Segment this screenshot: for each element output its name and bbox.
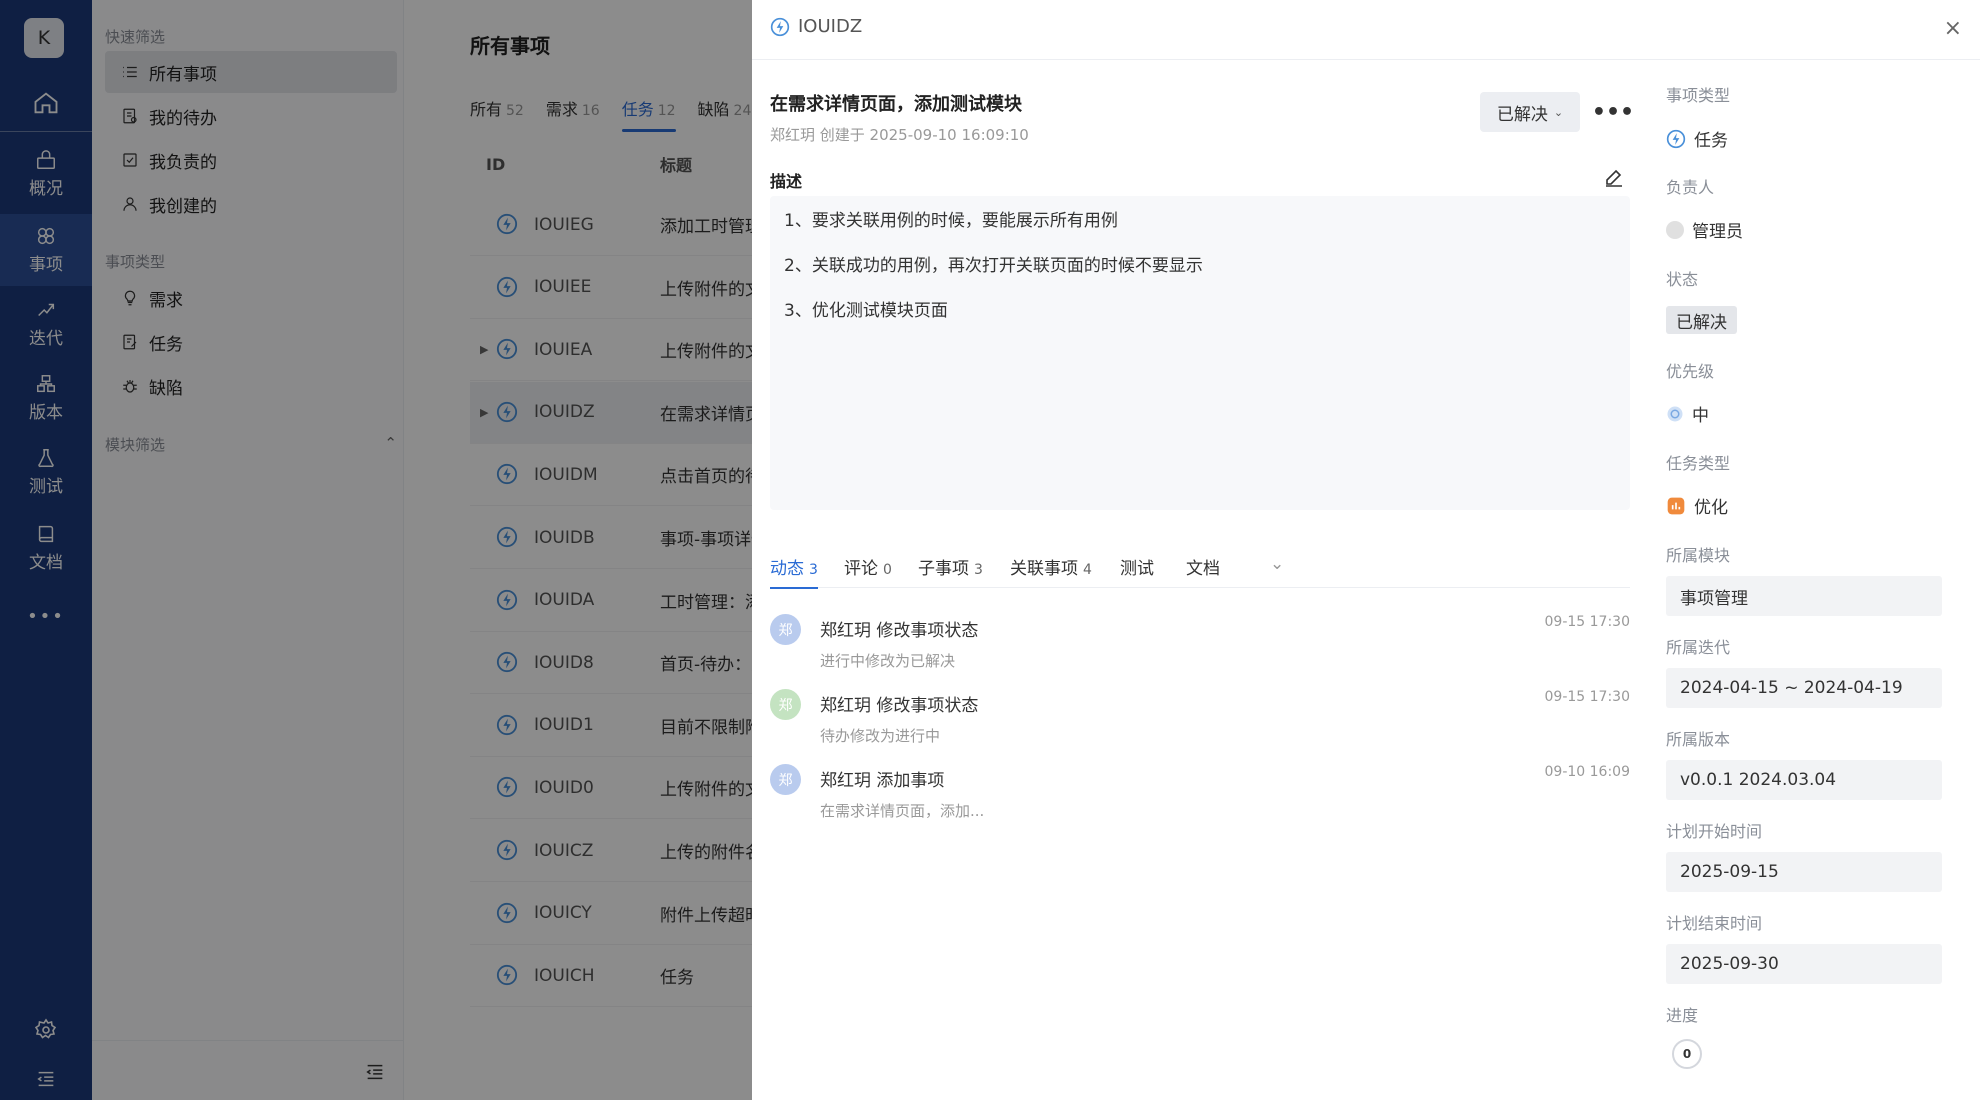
tab-label: 文档: [1186, 559, 1220, 579]
tab-label: 评论: [844, 559, 878, 579]
tab-count: 4: [1083, 562, 1092, 578]
issue-title[interactable]: 在需求详情页面，添加测试模块: [770, 90, 1022, 116]
description-content[interactable]: 1、要求关联用例的时候，要能展示所有用例 2、关联成功的用例，再次打开关联页面的…: [770, 196, 1630, 510]
issue-detail-panel: IOUIDZ × 在需求详情页面，添加测试模块 郑红玥 创建于 2025-09-…: [752, 0, 1980, 1100]
tab-label: 关联事项: [1010, 559, 1078, 579]
field-label-assignee: 负责人: [1666, 178, 1715, 197]
field-label-start-date: 计划开始时间: [1666, 822, 1763, 841]
status-dropdown-label: 已解决: [1496, 104, 1548, 125]
task-type-icon: [770, 17, 790, 36]
field-label-status: 状态: [1666, 270, 1699, 289]
sprint-field[interactable]: 2024-04-15 ~ 2024-04-19: [1666, 668, 1942, 708]
modal-overlay[interactable]: [0, 0, 752, 1100]
progress-indicator[interactable]: 0: [1672, 1039, 1702, 1069]
optimize-icon: [1667, 497, 1685, 514]
activity-item: 郑郑红玥 修改事项状态 待办修改为进行中 09-15 17:30: [770, 687, 1630, 757]
tab-related-issues[interactable]: 关联事项 4: [1010, 554, 1092, 579]
field-label-version: 所属版本: [1666, 730, 1731, 749]
status-badge[interactable]: 已解决: [1666, 306, 1737, 334]
more-options-button[interactable]: •••: [1592, 92, 1634, 132]
activity-time: 09-10 16:09: [1544, 764, 1630, 780]
tab-activity[interactable]: 动态 3: [770, 554, 818, 589]
avatar: 郑: [770, 689, 801, 720]
field-label-progress: 进度: [1666, 1006, 1699, 1025]
issue-fields: 事项类型 任务 负责人 管理员 状态 已解决 优先级 中 任务类型 优化 所属模…: [1666, 0, 1956, 1100]
avatar: 郑: [770, 764, 801, 795]
field-label-priority: 优先级: [1666, 362, 1715, 381]
edit-icon[interactable]: [1602, 166, 1626, 194]
field-value: 任务: [1694, 131, 1728, 151]
description-line: 2、关联成功的用例，再次打开关联页面的时候不要显示: [784, 256, 1203, 276]
activity-detail: 进行中修改为已解决: [820, 652, 956, 670]
activity-item: 郑郑红玥 添加事项在需求详情页面，添加... 09-10 16:09: [770, 762, 1630, 832]
field-priority[interactable]: 中: [1666, 401, 1709, 426]
tab-label: 子事项: [918, 559, 969, 579]
chevron-down-icon[interactable]: ⌄: [1270, 554, 1284, 574]
avatar: [1666, 220, 1684, 239]
activity-item: 郑郑红玥 修改事项状态 进行中修改为已解决 09-15 17:30: [770, 612, 1630, 682]
tab-label: 测试: [1120, 559, 1154, 579]
field-label-task-type: 任务类型: [1666, 454, 1731, 473]
tab-docs[interactable]: 文档: [1186, 554, 1220, 579]
description-heading: 描述: [770, 172, 803, 191]
activity-title: 郑红玥 修改事项状态: [820, 696, 979, 716]
version-field[interactable]: v0.0.1 2024.03.04: [1666, 760, 1942, 800]
status-dropdown-button[interactable]: 已解决 ⌄: [1480, 92, 1580, 132]
avatar: 郑: [770, 614, 801, 645]
tab-tests[interactable]: 测试: [1120, 554, 1154, 579]
field-assignee[interactable]: 管理员: [1666, 217, 1743, 242]
tab-comments[interactable]: 评论 0: [844, 554, 892, 579]
issue-meta: 郑红玥 创建于 2025-09-10 16:09:10: [770, 126, 1029, 144]
start-date-field[interactable]: 2025-09-15: [1666, 852, 1942, 892]
chevron-down-icon: ⌄: [1553, 105, 1564, 119]
tab-count: 0: [883, 562, 892, 578]
activity-time: 09-15 17:30: [1544, 689, 1630, 705]
field-label-type: 事项类型: [1666, 86, 1731, 105]
priority-icon: [1667, 406, 1683, 421]
field-label-module: 所属模块: [1666, 546, 1731, 565]
field-label-sprint: 所属迭代: [1666, 638, 1731, 657]
detail-tabs: 动态 3 评论 0 子事项 3 关联事项 4 测试 文档 ⌄: [770, 554, 1630, 589]
activity-title: 郑红玥 修改事项状态: [820, 621, 979, 641]
activity-time: 09-15 17:30: [1544, 614, 1630, 630]
description-line: 1、要求关联用例的时候，要能展示所有用例: [784, 211, 1118, 231]
activity-detail: 待办修改为进行中: [820, 727, 941, 745]
tab-count: 3: [974, 562, 983, 578]
tab-count: 3: [809, 562, 818, 578]
end-date-field[interactable]: 2025-09-30: [1666, 944, 1942, 984]
module-field[interactable]: 事项管理: [1666, 576, 1942, 616]
description-line: 3、优化测试模块页面: [784, 301, 948, 321]
field-value: 中: [1692, 406, 1709, 426]
field-type[interactable]: 任务: [1666, 126, 1728, 151]
activity-title: 郑红玥 添加事项: [820, 771, 945, 791]
field-task-type[interactable]: 优化: [1666, 493, 1728, 518]
tab-label: 动态: [770, 559, 804, 579]
task-type-icon: [1666, 129, 1686, 148]
field-label-end-date: 计划结束时间: [1666, 914, 1763, 933]
field-value: 管理员: [1692, 222, 1743, 242]
tab-subitems[interactable]: 子事项 3: [918, 554, 983, 579]
field-value: 优化: [1694, 498, 1728, 518]
activity-detail: 在需求详情页面，添加...: [820, 802, 985, 820]
issue-id-label: IOUIDZ: [770, 16, 862, 37]
issue-id-text: IOUIDZ: [798, 16, 863, 37]
